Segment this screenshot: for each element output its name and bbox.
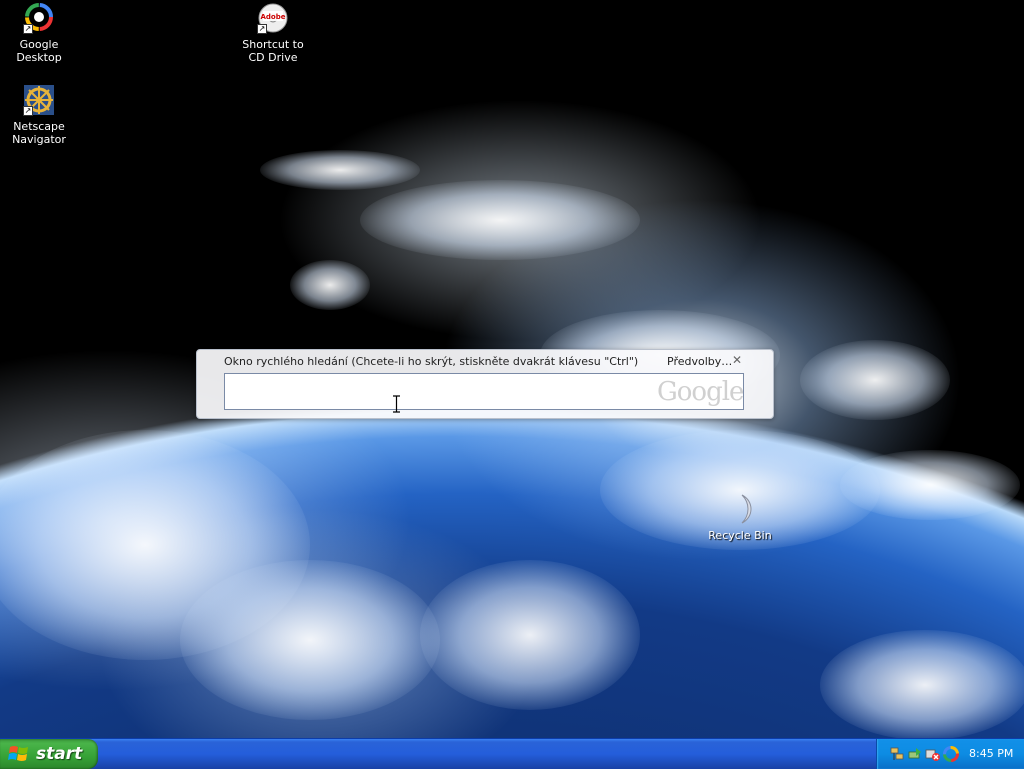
google-desktop-icon: ↗ — [23, 2, 55, 34]
wallpaper-cloud — [260, 150, 420, 190]
wallpaper-cloud — [820, 630, 1024, 738]
desktop-icon-label: Shortcut to CD Drive — [242, 38, 304, 64]
desktop-icon-google-desktop[interactable]: ↗ Google Desktop — [0, 2, 79, 64]
audio-icon[interactable] — [925, 746, 941, 762]
shortcut-arrow-icon: ↗ — [257, 24, 267, 34]
text-cursor-icon — [393, 395, 400, 413]
desktop-icon-netscape-navigator[interactable]: ↗ Netscape Navigator — [0, 84, 79, 146]
svg-text:Adobe: Adobe — [261, 13, 286, 21]
wallpaper-cloud — [420, 560, 640, 710]
netscape-icon: ↗ — [23, 84, 55, 116]
shortcut-arrow-icon: ↗ — [23, 106, 33, 116]
google-desktop-tray-icon[interactable] — [943, 746, 959, 762]
desktop-icon-label: Google Desktop — [16, 38, 62, 64]
wallpaper-cloud — [290, 260, 370, 310]
desktop-icon-cd-drive[interactable]: Adobe ↗ Shortcut to CD Drive — [233, 2, 313, 64]
safely-remove-icon[interactable] — [907, 746, 923, 762]
wallpaper-cloud — [360, 180, 640, 260]
wallpaper-cloud — [800, 340, 950, 420]
clock[interactable]: 8:45 PM — [969, 747, 1013, 760]
desktop-icon-recycle-bin[interactable]: Recycle Bin — [700, 493, 780, 542]
preferences-link[interactable]: Předvolby… — [667, 355, 732, 368]
shortcut-arrow-icon: ↗ — [23, 24, 33, 34]
recycle-bin-icon — [724, 493, 756, 525]
taskbar: start 8:45 PM — [0, 738, 1024, 769]
adobe-cd-icon: Adobe ↗ — [257, 2, 289, 34]
wallpaper-cloud — [840, 450, 1020, 520]
quick-search-hint: Okno rychlého hledání (Chcete-li ho skrý… — [224, 355, 639, 368]
quick-search-box: Okno rychlého hledání (Chcete-li ho skrý… — [196, 349, 774, 419]
desktop-icon-label: Recycle Bin — [708, 529, 772, 542]
windows-logo-icon — [8, 746, 28, 761]
start-button[interactable]: start — [0, 739, 98, 769]
close-icon[interactable]: ✕ — [732, 353, 742, 367]
quick-search-input[interactable] — [224, 373, 744, 410]
desktop: ↗ Google Desktop Adobe ↗ Shortcut to CD … — [0, 0, 1024, 738]
desktop-icon-label: Netscape Navigator — [12, 120, 66, 146]
start-label: start — [36, 744, 83, 764]
system-tray: 8:45 PM — [876, 739, 1024, 769]
network-icon[interactable] — [889, 746, 905, 762]
wallpaper-cloud — [180, 560, 440, 720]
